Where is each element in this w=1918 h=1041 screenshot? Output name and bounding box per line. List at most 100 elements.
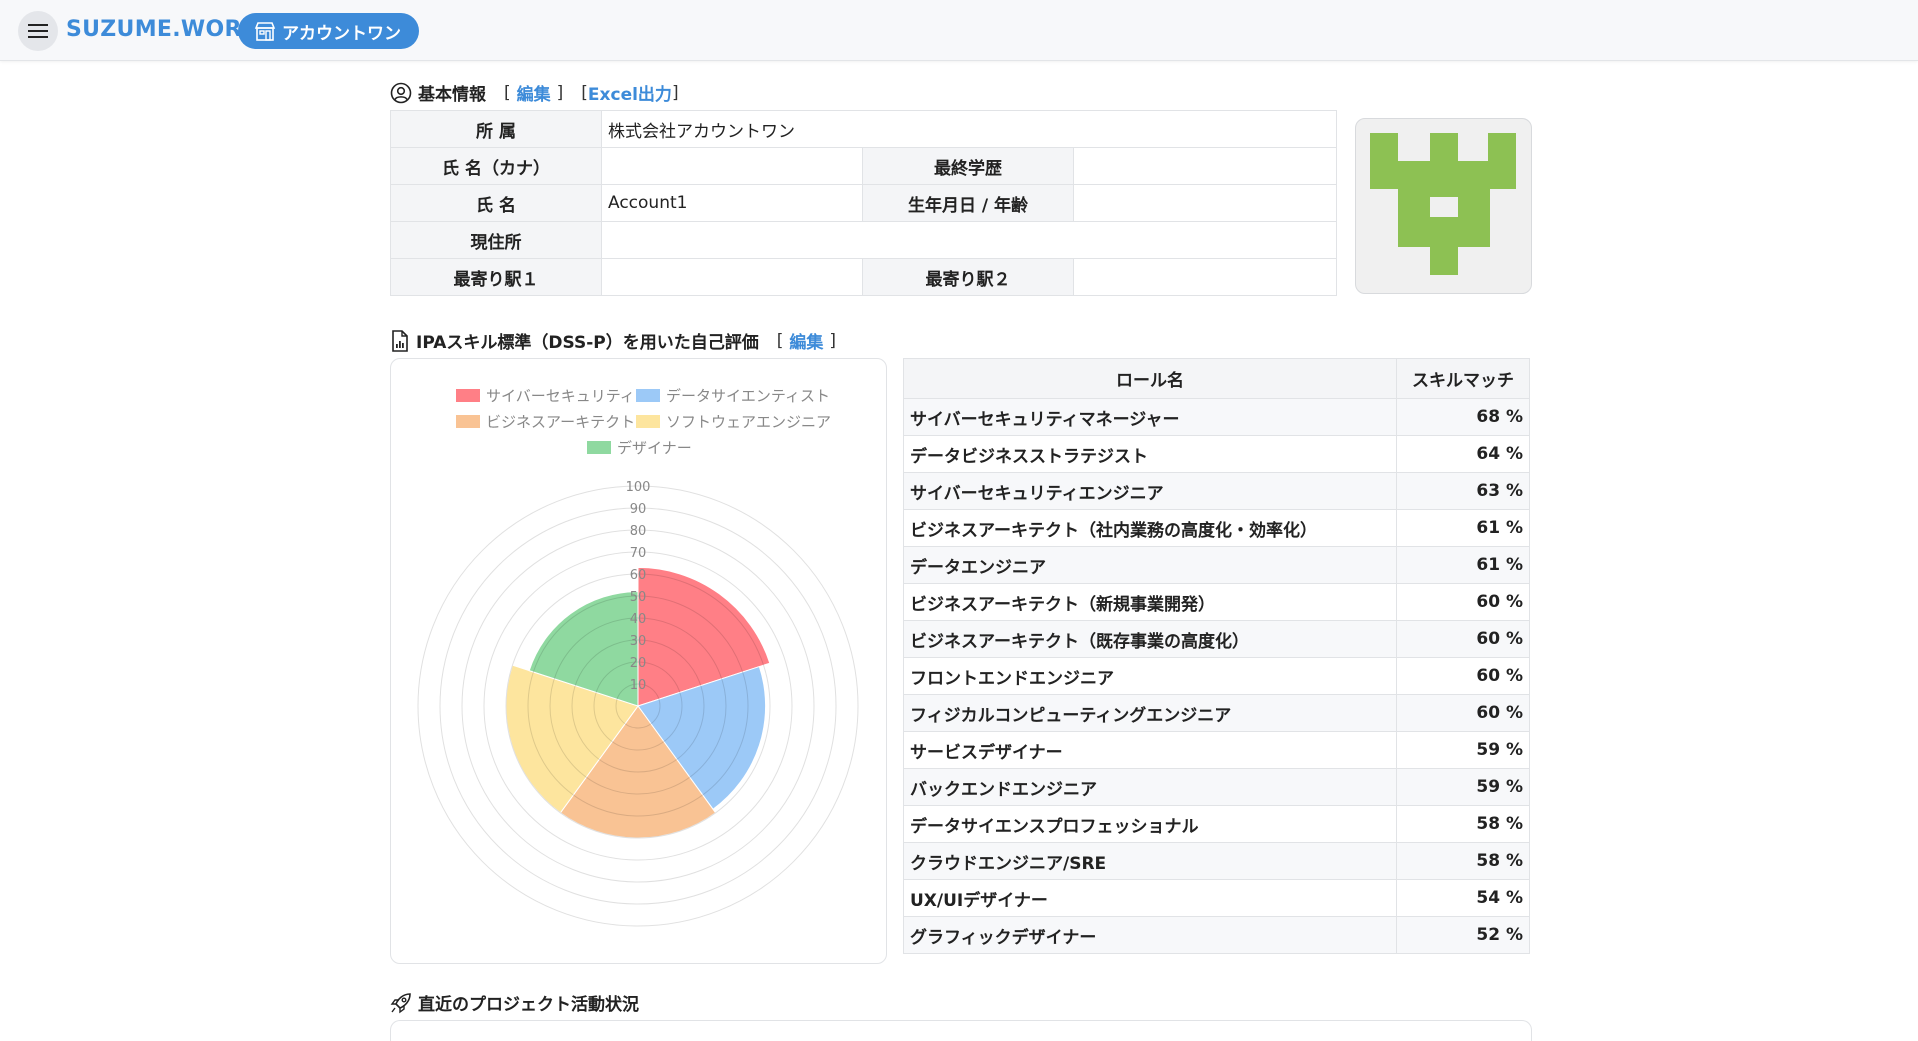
birth-label: 生年月日 / 年齢 bbox=[862, 184, 1074, 222]
radial-tick-label: 60 bbox=[630, 568, 647, 583]
bracket-open: [ bbox=[776, 330, 784, 351]
project-activity-title: 直近のプロジェクト活動状況 bbox=[418, 995, 639, 1015]
column-header-role[interactable]: ロール名 bbox=[903, 358, 1397, 399]
skill-match-cell: 59 % bbox=[1396, 731, 1530, 769]
company-pill-button[interactable]: アカウントワン bbox=[238, 13, 419, 49]
basic-info-title: 基本情報 bbox=[418, 85, 486, 105]
project-activity-heading: 直近のプロジェクト活動状況 bbox=[390, 990, 639, 1015]
table-row[interactable]: フィジカルコンピューティングエンジニア 60 % bbox=[903, 694, 1530, 732]
rocket-icon bbox=[390, 992, 411, 1013]
excel-export-link[interactable]: Excel出力 bbox=[588, 80, 672, 105]
radial-tick-label: 100 bbox=[626, 480, 651, 495]
role-name-cell: データエンジニア bbox=[903, 546, 1397, 584]
station1-label: 最寄り駅１ bbox=[390, 258, 602, 296]
skill-match-cell: 60 % bbox=[1396, 657, 1530, 695]
company-pill-label: アカウントワン bbox=[282, 23, 401, 44]
skill-eval-title: IPAスキル標準（DSS-P）を用いた自己評価 bbox=[416, 333, 759, 353]
radial-tick-label: 70 bbox=[630, 546, 647, 561]
table-row[interactable]: フロントエンドエンジニア 60 % bbox=[903, 657, 1530, 695]
table-row: 氏 名 Account1 生年月日 / 年齢 bbox=[390, 184, 1337, 222]
radial-tick-label: 40 bbox=[630, 612, 647, 627]
hamburger-menu-button[interactable] bbox=[18, 11, 58, 51]
role-name-cell: フロントエンドエンジニア bbox=[903, 657, 1397, 695]
table-row[interactable]: データエンジニア 61 % bbox=[903, 546, 1530, 584]
skill-eval-heading: IPAスキル標準（DSS-P）を用いた自己評価 [ 編集 ] bbox=[390, 328, 836, 353]
table-row[interactable]: ビジネスアーキテクト（社内業務の高度化・効率化） 61 % bbox=[903, 509, 1530, 547]
skill-eval-edit-link[interactable]: 編集 bbox=[789, 328, 823, 353]
table-row[interactable]: ビジネスアーキテクト（新規事業開発） 60 % bbox=[903, 583, 1530, 621]
basic-info-heading: 基本情報 [ 編集 ] [Excel出力] bbox=[390, 80, 679, 105]
skill-match-cell: 52 % bbox=[1396, 916, 1530, 954]
project-activity-card bbox=[390, 1020, 1532, 1041]
table-row[interactable]: バックエンドエンジニア 59 % bbox=[903, 768, 1530, 806]
radial-tick-label: 10 bbox=[630, 678, 647, 693]
address-value bbox=[601, 221, 1337, 259]
table-row[interactable]: UX/UIデザイナー 54 % bbox=[903, 879, 1530, 917]
name-label: 氏 名 bbox=[390, 184, 602, 222]
table-row[interactable]: サイバーセキュリティエンジニア 63 % bbox=[903, 472, 1530, 510]
skill-match-cell: 63 % bbox=[1396, 472, 1530, 510]
role-name-cell: UX/UIデザイナー bbox=[903, 879, 1397, 917]
radial-tick-label: 20 bbox=[630, 656, 647, 671]
brand-logo-text[interactable]: SUZUME.WORK bbox=[66, 17, 259, 42]
skill-match-cell: 60 % bbox=[1396, 620, 1530, 658]
radial-tick-label: 50 bbox=[630, 590, 647, 605]
top-app-bar: SUZUME.WORK アカウントワン bbox=[0, 0, 1918, 61]
role-name-cell: サイバーセキュリティエンジニア bbox=[903, 472, 1397, 510]
role-name-cell: ビジネスアーキテクト（社内業務の高度化・効率化） bbox=[903, 509, 1397, 547]
building-icon bbox=[254, 22, 276, 41]
role-name-cell: クラウドエンジニア/SRE bbox=[903, 842, 1397, 880]
name-value: Account1 bbox=[601, 184, 863, 222]
bracket-open: [ bbox=[504, 82, 511, 103]
table-row: 所 属 株式会社アカウントワン bbox=[390, 110, 1337, 148]
table-row: 氏 名（カナ） 最終学歴 bbox=[390, 147, 1337, 185]
polar-area-chart: 10 20 30 40 50 60 70 80 90 100 bbox=[417, 480, 859, 927]
radial-tick-label: 30 bbox=[630, 634, 647, 649]
kana-label: 氏 名（カナ） bbox=[390, 147, 602, 185]
station1-value bbox=[601, 258, 863, 296]
role-name-cell: ビジネスアーキテクト（既存事業の高度化） bbox=[903, 620, 1397, 658]
skill-match-cell: 64 % bbox=[1396, 435, 1530, 473]
column-header-match[interactable]: スキルマッチ bbox=[1396, 358, 1530, 399]
skill-match-cell: 68 % bbox=[1396, 398, 1530, 436]
table-row[interactable]: ビジネスアーキテクト（既存事業の高度化） 60 % bbox=[903, 620, 1530, 658]
role-name-cell: フィジカルコンピューティングエンジニア bbox=[903, 694, 1397, 732]
skill-match-table: ロール名 スキルマッチ サイバーセキュリティマネージャー 68 % データビジネスス… bbox=[903, 358, 1530, 954]
education-label: 最終学歴 bbox=[862, 147, 1074, 185]
table-row[interactable]: データビジネスストラテジスト 64 % bbox=[903, 435, 1530, 473]
birth-value bbox=[1073, 184, 1337, 222]
bracket-close: ] bbox=[556, 82, 564, 103]
pixel-logo-icon bbox=[1370, 133, 1516, 275]
role-name-cell: データサイエンスプロフェッショナル bbox=[903, 805, 1397, 843]
company-logo bbox=[1355, 118, 1532, 294]
skill-match-cell: 59 % bbox=[1396, 768, 1530, 806]
table-row[interactable]: データサイエンスプロフェッショナル 58 % bbox=[903, 805, 1530, 843]
role-name-cell: データビジネスストラテジスト bbox=[903, 435, 1397, 473]
role-name-cell: サイバーセキュリティマネージャー bbox=[903, 398, 1397, 436]
table-row: 最寄り駅１ 最寄り駅２ bbox=[390, 258, 1337, 296]
role-name-cell: ビジネスアーキテクト（新規事業開発） bbox=[903, 583, 1397, 621]
table-row[interactable]: サービスデザイナー 59 % bbox=[903, 731, 1530, 769]
education-value bbox=[1073, 147, 1337, 185]
table-row[interactable]: クラウドエンジニア/SRE 58 % bbox=[903, 842, 1530, 880]
hamburger-icon bbox=[28, 24, 48, 38]
bracket-open: [ bbox=[581, 82, 588, 103]
basic-info-edit-link[interactable]: 編集 bbox=[517, 80, 551, 105]
affiliation-label: 所 属 bbox=[390, 110, 602, 148]
radial-tick-label: 80 bbox=[630, 524, 647, 539]
skill-match-cell: 61 % bbox=[1396, 509, 1530, 547]
affiliation-value: 株式会社アカウントワン bbox=[601, 110, 1337, 148]
skill-match-cell: 60 % bbox=[1396, 583, 1530, 621]
skill-match-cell: 61 % bbox=[1396, 546, 1530, 584]
kana-value bbox=[601, 147, 863, 185]
table-header-row: ロール名 スキルマッチ bbox=[903, 358, 1530, 399]
skill-chart-card: サイバーセキュリティ データサイエンティスト ビジネスアーキテクト ソフトウェア… bbox=[390, 358, 887, 964]
table-row[interactable]: グラフィックデザイナー 52 % bbox=[903, 916, 1530, 954]
table-row: 現住所 bbox=[390, 221, 1337, 259]
station2-value bbox=[1073, 258, 1337, 296]
bracket-close: ] bbox=[829, 330, 837, 351]
table-row[interactable]: サイバーセキュリティマネージャー 68 % bbox=[903, 398, 1530, 436]
skill-match-cell: 58 % bbox=[1396, 842, 1530, 880]
skill-match-cell: 60 % bbox=[1396, 694, 1530, 732]
address-label: 現住所 bbox=[390, 221, 602, 259]
